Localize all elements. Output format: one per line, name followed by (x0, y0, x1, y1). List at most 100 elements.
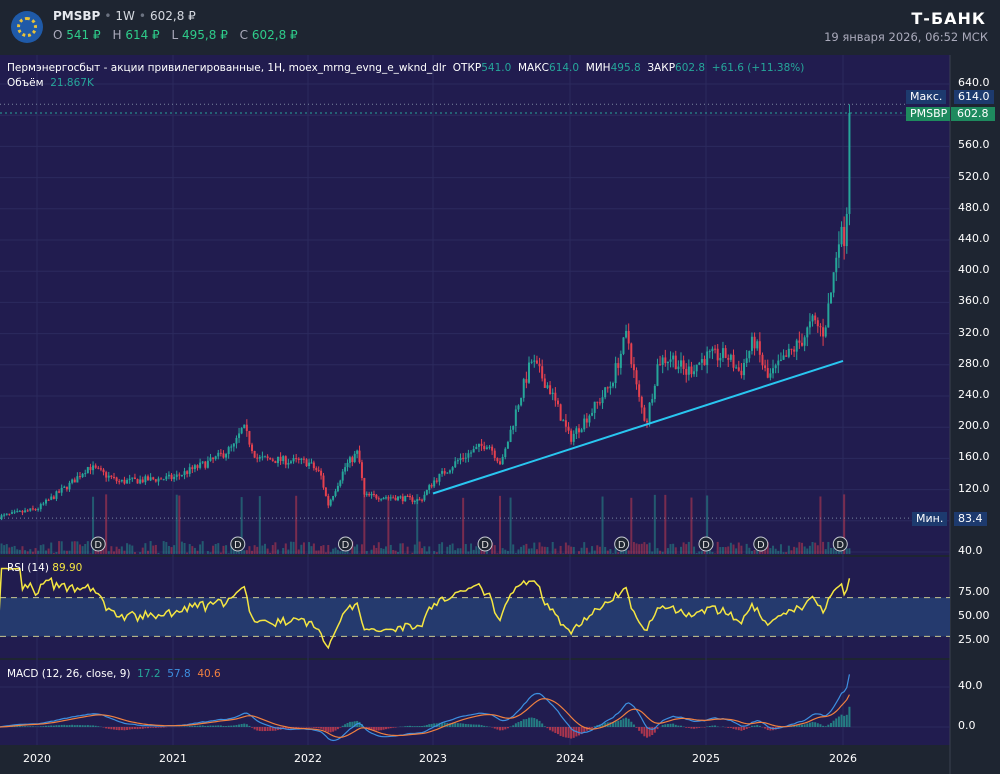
volume-bar (29, 549, 32, 554)
candle (520, 397, 523, 406)
macd-histogram-bar (222, 725, 225, 727)
volume-bar (295, 495, 298, 554)
interval[interactable]: 1W (115, 9, 135, 23)
volume-bar (588, 552, 591, 554)
candle (322, 475, 325, 488)
volume-bar (50, 542, 53, 554)
volume-bar (238, 551, 241, 554)
volume-bar (37, 550, 40, 554)
candle (438, 473, 441, 482)
macd-histogram-bar (320, 727, 323, 729)
candle (772, 368, 775, 374)
candle (583, 418, 586, 430)
candle (835, 257, 838, 273)
macd-histogram-bar (661, 724, 664, 727)
volume-bar (196, 550, 199, 554)
macd-histogram-bar (711, 725, 714, 727)
macd-histogram-bar (456, 723, 459, 727)
close-value: 602,8 ₽ (251, 28, 298, 42)
candle (344, 467, 347, 472)
candle (454, 461, 457, 468)
volume-bar (375, 547, 378, 554)
low-key: L (171, 28, 179, 42)
macd-histogram-bar (716, 726, 719, 727)
candle (47, 499, 50, 501)
macd-histogram-bar (157, 727, 160, 728)
candle (144, 476, 147, 483)
candle (756, 341, 759, 349)
volume-bar (118, 548, 121, 554)
candle (65, 486, 68, 490)
volume-bar (287, 549, 290, 554)
macd-histogram-bar (496, 727, 499, 730)
macd-histogram-bar (29, 726, 32, 727)
candle (21, 510, 24, 513)
candle (546, 385, 549, 388)
chart-area[interactable]: D D D D D D D D Пермэнергосбыт - акции привилег… (0, 55, 1000, 774)
macd-histogram-bar (664, 724, 667, 727)
candle (204, 461, 207, 468)
volume-bar (401, 543, 404, 554)
macd-histogram-bar (47, 725, 50, 727)
candle (685, 368, 688, 375)
macd-histogram-bar (235, 724, 238, 727)
candle (115, 477, 118, 482)
candle (105, 472, 108, 478)
macd-histogram-bar (261, 727, 264, 732)
candle (97, 467, 100, 469)
volume-val: 21.867K (50, 77, 94, 89)
candle (619, 353, 622, 368)
macd-histogram-bar (428, 724, 431, 727)
macd-histogram-bar (464, 724, 467, 727)
candle (413, 501, 416, 503)
candle (73, 479, 76, 483)
volume-bar (517, 549, 520, 554)
macd-histogram-bar (541, 723, 544, 727)
macd-histogram-bar (485, 726, 488, 727)
candle (55, 491, 58, 499)
candle (37, 509, 40, 511)
macd-histogram-bar (112, 727, 115, 730)
volume-bar (512, 544, 515, 554)
volume-bar (141, 547, 144, 554)
candle (593, 401, 596, 413)
candle (509, 429, 512, 442)
dividend-marker-label: D (836, 540, 844, 551)
macd-histogram-bar (546, 727, 549, 729)
candle (131, 477, 134, 479)
macd-histogram-bar (522, 719, 525, 727)
macd-histogram-bar (334, 727, 337, 731)
macd-histogram-bar (126, 727, 129, 730)
macd-histogram-bar (392, 727, 395, 728)
candle (409, 496, 412, 498)
candle (724, 348, 727, 358)
candle (178, 474, 181, 476)
macd-histogram-bar (501, 727, 504, 731)
candle (541, 366, 544, 379)
chart-canvas[interactable]: DDDDDDDD (0, 55, 1000, 774)
candle (287, 462, 290, 465)
candle (123, 479, 126, 484)
y-tick-label: 360.0 (958, 294, 990, 308)
volume-bar (530, 548, 533, 554)
symbol[interactable]: PMSBP (53, 9, 100, 23)
rsi-legend: RSI (14) 89.90 (7, 562, 82, 574)
volume-bar (459, 548, 462, 554)
candle (666, 361, 669, 364)
volume-bar (745, 543, 748, 554)
macd-hist-value: 17.2 (137, 668, 161, 680)
candle (441, 471, 444, 474)
macd-histogram-bar (264, 727, 267, 732)
volume-bar (336, 549, 339, 554)
dividend-marker-label: D (94, 540, 102, 551)
volume-bar (18, 549, 21, 554)
macd-histogram-bar (472, 724, 475, 727)
macd-histogram-bar (110, 727, 113, 730)
volume-bar (312, 543, 315, 554)
candle (606, 387, 609, 389)
candle (687, 366, 690, 375)
volume-bar (732, 544, 735, 554)
candle (622, 337, 625, 354)
volume-bar (58, 541, 61, 554)
candle (543, 378, 546, 388)
